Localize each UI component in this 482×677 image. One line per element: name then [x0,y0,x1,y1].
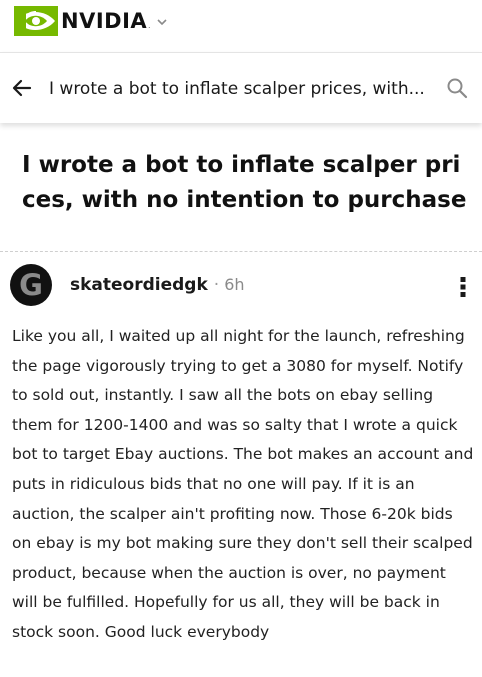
meta-separator: · [213,275,220,295]
author-avatar[interactable]: G [10,264,52,306]
title-divider [0,251,482,252]
arrow-left-icon[interactable] [10,76,34,100]
brand-name: NVIDIA [61,9,148,33]
nvidia-eye-logo-icon [14,6,58,36]
author-username[interactable]: skateordiedgk [70,275,208,295]
search-icon[interactable] [446,77,468,99]
app-header: NVIDIA . [0,0,482,46]
post-nav-bar: I wrote a bot to inflate scalper prices,… [0,52,482,123]
brand-trademark: . [148,22,151,30]
brand-logo[interactable]: NVIDIA . [14,4,168,38]
avatar-letter: G [19,268,43,302]
post-title: I wrote a bot to inflate scalper prices,… [22,152,467,213]
post-meta: skateordiedgk · 6h [70,273,245,297]
more-vertical-icon[interactable] [450,274,476,300]
nav-title: I wrote a bot to inflate scalper prices,… [49,79,425,99]
post-time: 6h [224,275,245,294]
post-body: Like you all, I waited up all night for … [12,327,474,641]
chevron-down-icon[interactable] [156,16,168,28]
